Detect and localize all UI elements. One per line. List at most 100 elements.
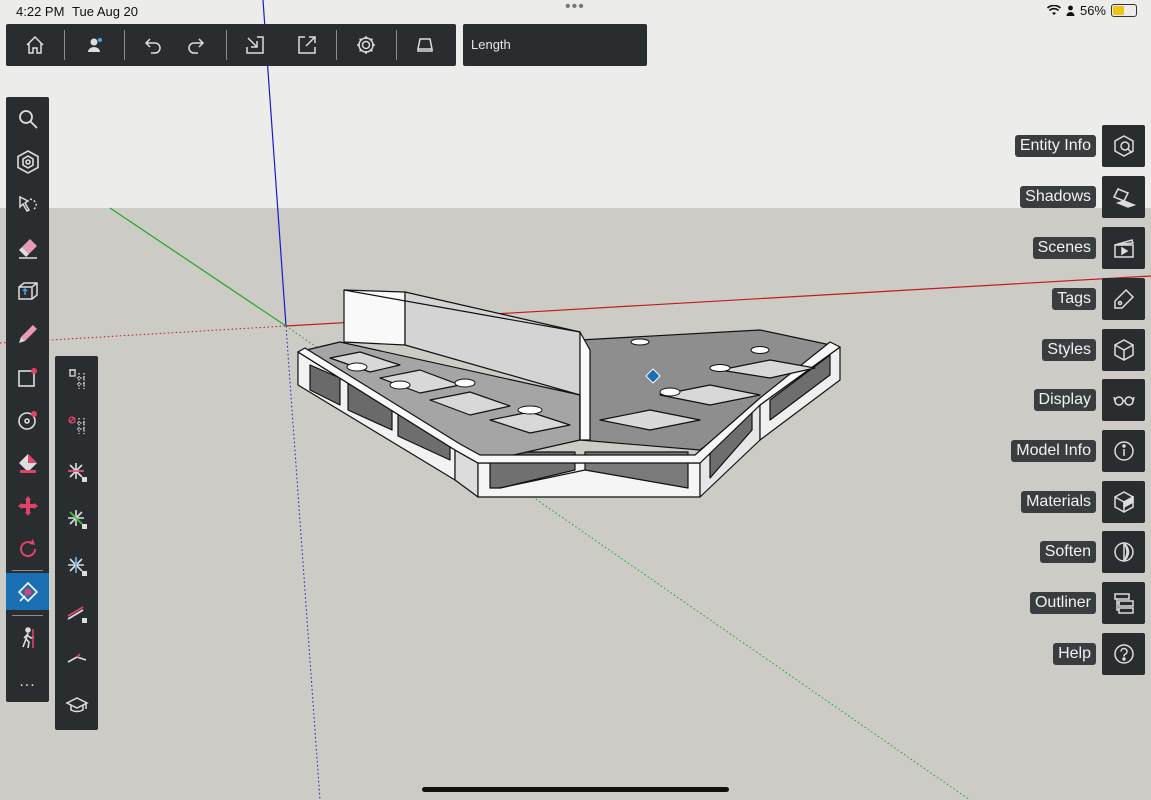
rotate-tool-button[interactable] bbox=[9, 530, 46, 567]
scenes-label: Scenes bbox=[1032, 237, 1096, 259]
tags-panel-button[interactable]: Tags bbox=[1052, 278, 1145, 320]
home-indicator[interactable] bbox=[422, 787, 729, 792]
delete-guides-icon bbox=[68, 368, 86, 389]
pencil-tool-button[interactable] bbox=[9, 315, 46, 352]
select-tool-button[interactable] bbox=[9, 143, 46, 180]
search-tool-icon bbox=[18, 109, 38, 129]
status-date: Tue Aug 20 bbox=[72, 4, 139, 19]
entity-info-icon bbox=[1113, 135, 1134, 157]
pencil-tool-icon bbox=[18, 324, 37, 343]
help-icon bbox=[1113, 644, 1134, 664]
walk-tool-button[interactable] bbox=[9, 619, 46, 656]
tags-label: Tags bbox=[1052, 288, 1096, 310]
tutorial-icon bbox=[64, 696, 89, 712]
display-panel-button[interactable]: Display bbox=[1033, 379, 1145, 421]
shadows-panel-button[interactable]: Shadows bbox=[1020, 176, 1145, 218]
battery-percent: 56% bbox=[1079, 3, 1106, 18]
status-time: 4:22 PM bbox=[16, 4, 65, 19]
account-button[interactable] bbox=[78, 28, 112, 62]
lasso-tool-button[interactable] bbox=[9, 186, 46, 223]
styles-panel-button[interactable]: Styles bbox=[1042, 329, 1145, 371]
rotate-tool-icon bbox=[19, 538, 36, 557]
push-pull-tool-button[interactable] bbox=[9, 272, 46, 309]
eraser-tool-button[interactable] bbox=[9, 229, 46, 266]
rectangle-tool-button[interactable] bbox=[9, 358, 46, 395]
home-button[interactable] bbox=[18, 28, 52, 62]
tape-measure-tool-icon bbox=[17, 581, 38, 602]
multitasking-dots-icon[interactable]: ••• bbox=[565, 0, 585, 16]
outliner-label: Outliner bbox=[1029, 592, 1096, 614]
tape-measure-tool-button[interactable] bbox=[6, 573, 49, 610]
outliner-icon bbox=[1113, 593, 1134, 614]
undo-button[interactable] bbox=[136, 28, 170, 62]
model-info-panel-button[interactable]: Model Info bbox=[1011, 430, 1145, 472]
materials-label: Materials bbox=[1021, 491, 1096, 513]
battery-icon bbox=[1111, 4, 1137, 17]
display-toggle-button[interactable] bbox=[408, 28, 442, 62]
help-label: Help bbox=[1053, 643, 1096, 665]
styles-icon bbox=[1113, 339, 1134, 361]
top-toolbar bbox=[6, 24, 456, 66]
entity-info-panel-button[interactable]: Entity Info bbox=[1014, 125, 1145, 167]
circle-tool-button[interactable] bbox=[9, 401, 46, 438]
import-button[interactable] bbox=[238, 28, 272, 62]
move-tool-icon bbox=[17, 495, 38, 516]
undo-icon bbox=[144, 38, 161, 54]
settings-button[interactable] bbox=[349, 28, 383, 62]
eraser-tool-icon bbox=[18, 238, 37, 259]
shadows-icon bbox=[1112, 188, 1136, 208]
lock-axis-magenta-button[interactable] bbox=[58, 594, 95, 631]
tags-icon bbox=[1113, 288, 1134, 309]
parallel-inference-icon bbox=[67, 652, 86, 663]
soften-panel-button[interactable]: Soften bbox=[1039, 531, 1145, 573]
lock-axis-red-button[interactable] bbox=[58, 453, 95, 490]
more-tools-button[interactable]: ... bbox=[9, 663, 46, 700]
scenes-panel-button[interactable]: Scenes bbox=[1032, 227, 1145, 269]
move-tool-button[interactable] bbox=[9, 487, 46, 524]
walk-tool-icon bbox=[21, 626, 34, 648]
measurements-box[interactable]: Length bbox=[463, 24, 647, 66]
display-label: Display bbox=[1033, 389, 1096, 411]
scenes-icon bbox=[1113, 239, 1134, 258]
lock-axis-green-icon bbox=[67, 509, 87, 529]
left-toolbar: ... bbox=[6, 97, 49, 702]
status-indicators: 56% bbox=[1046, 3, 1137, 18]
materials-icon bbox=[1113, 491, 1134, 513]
push-pull-tool-icon bbox=[17, 281, 38, 300]
export-button[interactable] bbox=[290, 28, 324, 62]
entity-info-label: Entity Info bbox=[1014, 135, 1096, 157]
hide-guides-button[interactable] bbox=[58, 405, 95, 442]
green-axis bbox=[109, 207, 287, 327]
user-icon bbox=[88, 38, 102, 52]
search-tool-button[interactable] bbox=[9, 100, 46, 137]
redo-button[interactable] bbox=[179, 28, 213, 62]
export-icon bbox=[298, 36, 316, 54]
model-viewport[interactable] bbox=[0, 0, 1151, 800]
select-tool-icon bbox=[16, 149, 39, 174]
status-bar: 4:22 PM Tue Aug 20 ••• 56% bbox=[0, 0, 1151, 24]
outliner-panel-button[interactable]: Outliner bbox=[1029, 582, 1145, 624]
display-toggle-icon bbox=[417, 38, 433, 52]
lock-axis-red-icon bbox=[67, 462, 87, 482]
help-panel-button[interactable]: Help bbox=[1053, 633, 1145, 675]
measurements-label: Length bbox=[471, 37, 511, 52]
blue-axis-dotted bbox=[285, 325, 321, 800]
tape-measure-options-toolbar bbox=[55, 356, 98, 730]
lock-axis-green-button[interactable] bbox=[58, 500, 95, 537]
more-tools-label: ... bbox=[19, 672, 36, 690]
lock-axis-blue-icon bbox=[67, 556, 87, 576]
battery-fill bbox=[1113, 6, 1125, 15]
parallel-inference-button[interactable] bbox=[58, 639, 95, 676]
paint-bucket-tool-button[interactable] bbox=[9, 444, 46, 481]
paint-bucket-tool-icon bbox=[18, 453, 37, 473]
model-info-label: Model Info bbox=[1011, 440, 1096, 462]
materials-panel-button[interactable]: Materials bbox=[1021, 481, 1145, 523]
redo-icon bbox=[188, 38, 205, 54]
lock-axis-blue-button[interactable] bbox=[58, 547, 95, 584]
tutorial-button[interactable] bbox=[58, 686, 95, 723]
delete-guides-button[interactable] bbox=[58, 360, 95, 397]
lasso-tool-icon bbox=[18, 195, 37, 212]
import-icon bbox=[246, 36, 264, 54]
settings-icon bbox=[357, 36, 375, 54]
soften-label: Soften bbox=[1039, 541, 1096, 563]
